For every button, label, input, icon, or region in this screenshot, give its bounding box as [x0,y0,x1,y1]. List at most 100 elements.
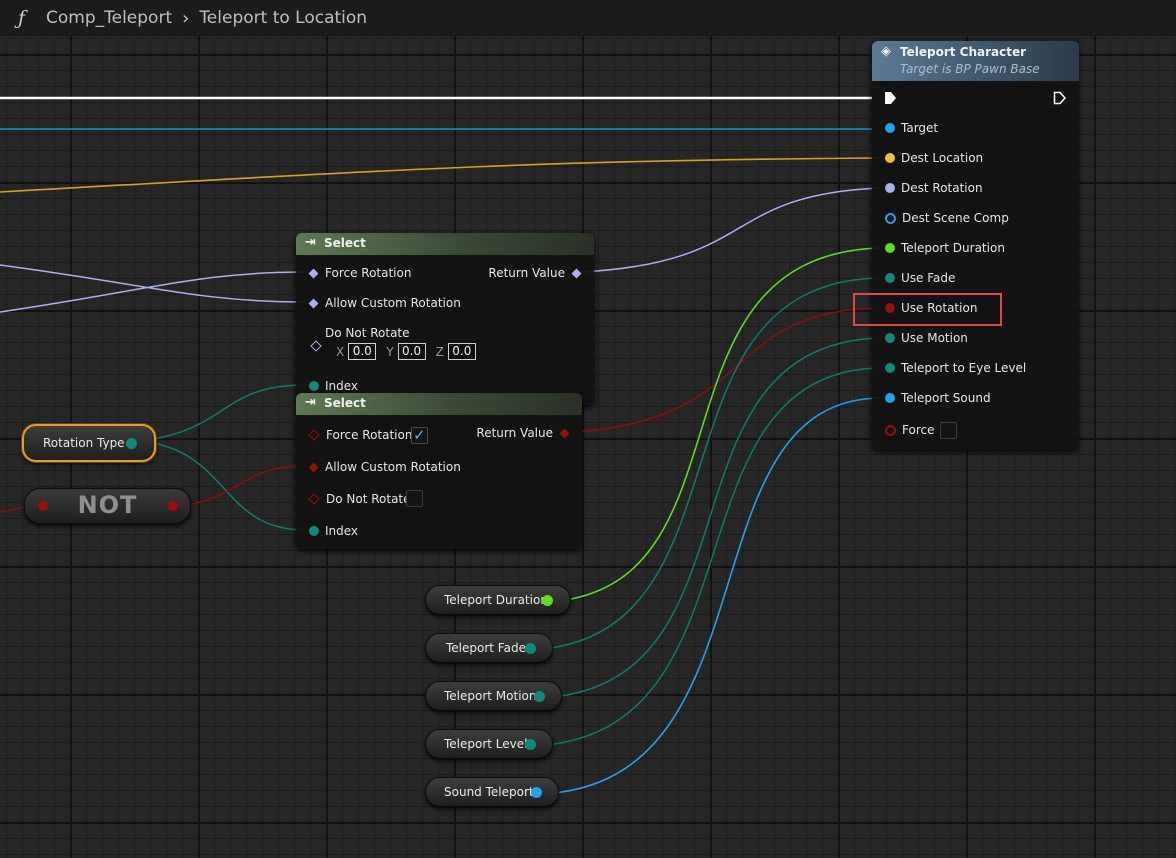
variable-label: Teleport Motion [444,689,537,703]
pin-label: Do Not Rotate [326,492,411,506]
node-subtitle: Target is BP Pawn Base [900,62,1040,76]
z-label: Z [435,344,444,359]
teleport-duration-variable[interactable]: Teleport Duration [425,585,571,615]
bool-pin-empty-icon[interactable] [308,429,320,441]
pin-return-value[interactable]: Return Value [488,266,582,280]
pin-force-rotation[interactable]: Force Rotation [308,266,412,280]
y-input[interactable]: 0.0 [397,343,426,360]
float-pin-icon[interactable] [885,243,895,253]
byte-pin-icon[interactable] [309,381,319,391]
z-input[interactable]: 0.0 [447,343,476,360]
pin-index[interactable]: Index [309,379,358,393]
pin-label: Do Not Rotate [325,326,410,340]
byte-pin-icon[interactable] [525,643,536,654]
node-header: ⇥ Select [296,393,582,415]
y-label: Y [386,344,394,359]
rotator-default-value: X 0.0 Y 0.0 Z 0.0 [336,343,482,360]
x-input[interactable]: 0.0 [348,343,377,360]
pin-dest-scene-comp[interactable]: Dest Scene Comp [885,211,1009,225]
pin-teleport-duration[interactable]: Teleport Duration [885,241,1005,255]
x-label: X [336,344,345,359]
pin-allow-custom-rotation[interactable]: Allow Custom Rotation [308,296,461,310]
pin-do-not-rotate[interactable]: Do Not Rotate [310,326,410,340]
pin-label: Force Rotation [326,428,413,442]
object-pin-empty-icon[interactable] [885,212,896,224]
pin-teleport-sound[interactable]: Teleport Sound [885,391,991,405]
rotation-type-to-index1 [139,384,306,442]
pin-force[interactable]: Force [885,423,934,437]
select-rotator-node[interactable]: ⇥ Select Force Rotation Allow Custom Rot… [296,233,594,405]
node-header: ⇥ Select [296,233,594,255]
pin-label: Allow Custom Rotation [325,296,461,310]
dest-location-wire [0,157,881,193]
pin-dest-rotation[interactable]: Dest Rotation [885,181,983,195]
pin-label: Force Rotation [325,266,412,280]
float-pin-icon[interactable] [542,595,553,606]
pin-teleport-eye-level[interactable]: Teleport to Eye Level [885,361,1026,375]
rotation-type-variable[interactable]: Rotation Type [22,424,156,462]
bool-pin-empty-icon[interactable] [885,424,896,436]
pin-use-motion[interactable]: Use Motion [885,331,968,345]
variable-label: Rotation Type [43,436,125,450]
pin-label: Teleport to Eye Level [901,361,1027,375]
byte-pin-icon[interactable] [126,438,137,449]
pin-index[interactable]: Index [309,524,358,538]
rotator-in-wire-2 [0,271,306,313]
byte-pin-icon[interactable] [534,691,545,702]
byte-pin-icon[interactable] [525,739,536,750]
object-pin-icon[interactable] [885,393,895,403]
pin-label: Return Value [488,266,565,280]
teleport-fade-variable[interactable]: Teleport Fade [425,633,553,663]
rotator-pin-icon[interactable] [885,183,895,193]
bool-pin-empty-icon[interactable] [308,493,320,505]
select-bool-node[interactable]: ⇥ Select Force Rotation Allow Custom Rot… [296,393,582,549]
bool-out-pin-icon[interactable] [168,501,178,511]
byte-pin-icon[interactable] [885,273,895,283]
select-icon: ⇥ [305,235,316,250]
bool-return-to-use-rotation [573,307,881,433]
pin-label: Dest Location [901,151,984,165]
pin-use-fade[interactable]: Use Fade [885,271,955,285]
teleport-level-variable[interactable]: Teleport Level [425,729,553,759]
pin-label: Teleport Sound [901,391,991,405]
teleport-motion-variable[interactable]: Teleport Motion [425,681,562,711]
rotator-pin-icon[interactable] [571,268,582,278]
node-title: Teleport Character [900,45,1027,59]
node-title: Select [324,236,366,250]
force-rotation-checkbox[interactable] [411,426,428,444]
variable-label: Sound Teleport [444,785,534,799]
variable-label: Teleport Level [444,737,528,751]
pin-label: Use Fade [901,271,956,285]
bool-pin-icon[interactable] [559,428,570,438]
bool-pin-icon[interactable] [308,462,319,472]
object-pin-icon[interactable] [885,123,895,133]
pin-label: Target [901,121,939,135]
byte-pin-icon[interactable] [885,333,895,343]
sound-wire [535,397,881,795]
do-not-rotate-checkbox[interactable] [406,490,423,507]
pin-label: Allow Custom Rotation [325,460,461,474]
variable-label: Teleport Duration [444,593,548,607]
pin-force-rotation[interactable]: Force Rotation [308,428,413,442]
exec-in-pin-icon[interactable] [884,91,898,105]
variable-label: Teleport Fade [446,641,526,655]
force-checkbox[interactable] [940,422,957,439]
object-pin-icon[interactable] [531,787,542,798]
node-title: Select [324,396,366,410]
vector-pin-icon[interactable] [885,153,895,163]
not-boolean-node[interactable]: NOT [24,488,191,524]
exec-out-pin-icon[interactable] [1053,91,1067,105]
sound-teleport-variable[interactable]: Sound Teleport [425,777,559,807]
node-header: ◈ Teleport Character Target is BP Pawn B… [872,41,1079,81]
byte-pin-icon[interactable] [309,526,319,536]
pin-dest-location[interactable]: Dest Location [885,151,983,165]
function-call-icon: ◈ [881,44,891,59]
rotator-pin-icon[interactable] [308,298,319,308]
pin-allow-custom-rotation[interactable]: Allow Custom Rotation [308,460,461,474]
pin-target[interactable]: Target [885,121,938,135]
byte-pin-icon[interactable] [885,363,895,373]
pin-return-value[interactable]: Return Value [476,426,570,440]
rotator-pin-icon[interactable] [308,268,319,278]
teleport-character-node[interactable]: ◈ Teleport Character Target is BP Pawn B… [872,41,1079,450]
pin-do-not-rotate[interactable]: Do Not Rotate [308,492,411,506]
